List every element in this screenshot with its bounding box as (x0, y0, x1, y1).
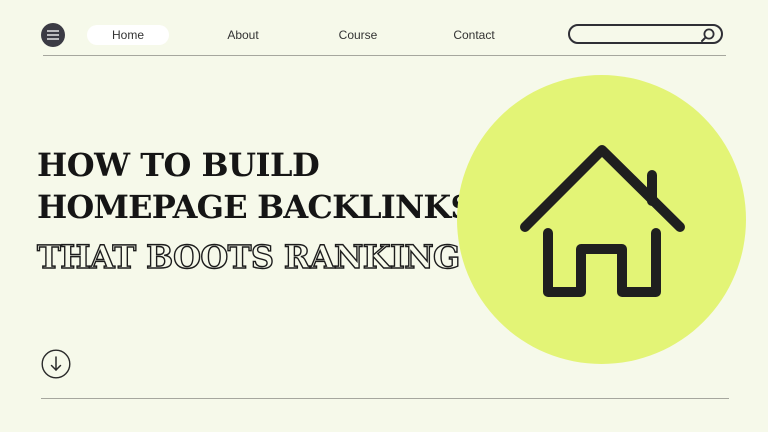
house-icon (520, 145, 685, 297)
nav-item-about[interactable]: About (213, 25, 273, 45)
nav-item-course[interactable]: Course (328, 25, 388, 45)
search-input[interactable] (580, 27, 698, 41)
arrow-down-circle-icon[interactable] (41, 349, 71, 379)
nav-item-contact[interactable]: Contact (444, 25, 504, 45)
headline-line-3-outlined: THAT BOOTS RANKING (36, 237, 461, 276)
search-box (568, 24, 723, 44)
search-icon[interactable] (700, 27, 716, 43)
headline-line-1: HOW TO BUILD (37, 146, 320, 184)
header-divider (43, 55, 726, 56)
footer-divider (41, 398, 729, 399)
nav-item-home[interactable]: Home (87, 25, 169, 45)
headline-line-2: HOMEPAGE BACKLINKS (37, 188, 474, 226)
